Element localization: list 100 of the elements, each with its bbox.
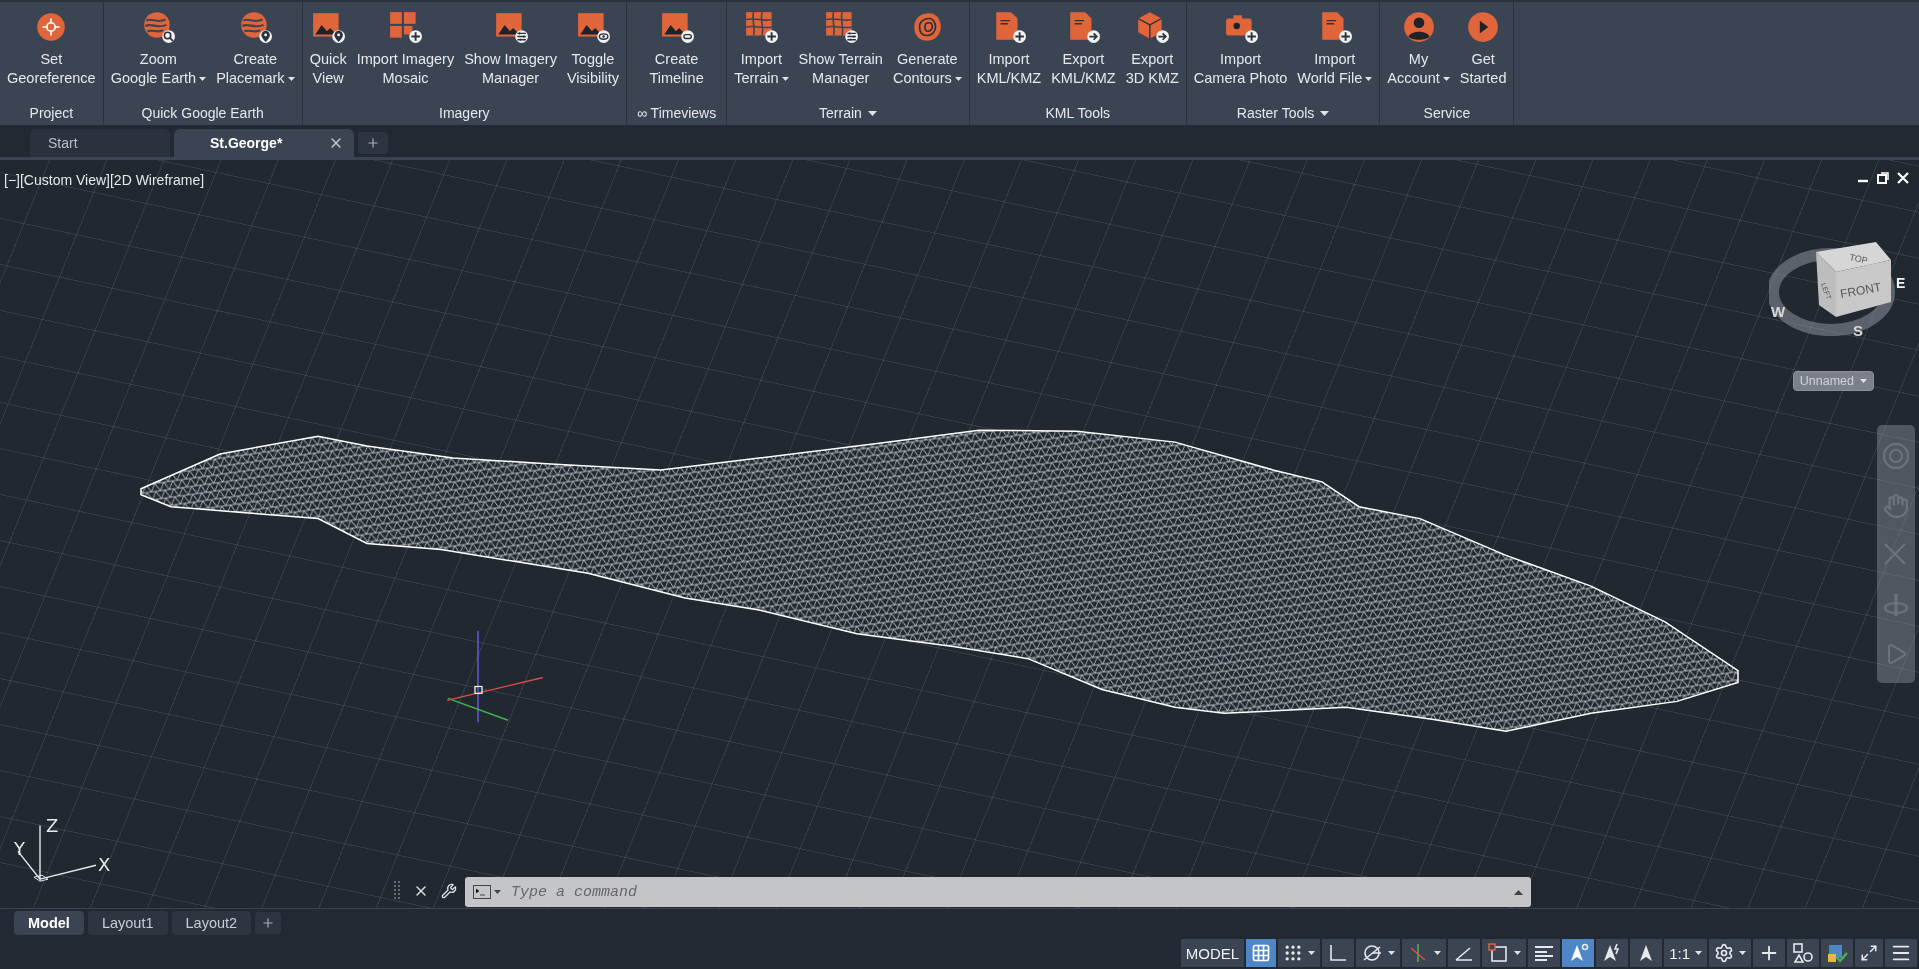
command-input-field[interactable]: Type a command bbox=[509, 882, 1506, 902]
status-bar-button[interactable] bbox=[1482, 939, 1527, 967]
caret-icon bbox=[1695, 951, 1702, 955]
caret-icon bbox=[954, 76, 962, 81]
panel-title: KML Tools bbox=[1045, 105, 1111, 121]
axis-label: X bbox=[98, 854, 111, 876]
caret-icon[interactable] bbox=[1320, 110, 1330, 116]
new-layout-button[interactable] bbox=[255, 912, 282, 934]
document-tab[interactable]: Start bbox=[30, 129, 170, 157]
caret-icon bbox=[1308, 951, 1316, 955]
plus-icon bbox=[261, 916, 276, 930]
panel-title: Project bbox=[29, 105, 74, 121]
caret-icon bbox=[781, 76, 789, 81]
caret-icon bbox=[1434, 951, 1442, 955]
ribbon-button[interactable]: Create Placemark bbox=[213, 8, 298, 90]
ribbon-button[interactable]: Set Georeference bbox=[4, 8, 99, 90]
status-bar-button[interactable] bbox=[1278, 939, 1321, 967]
status-bar-button[interactable] bbox=[1709, 939, 1751, 967]
new-tab-button[interactable] bbox=[358, 132, 388, 154]
image-icon bbox=[575, 10, 610, 44]
wrench-icon bbox=[441, 882, 457, 899]
ribbon-button[interactable]: My Account bbox=[1384, 8, 1453, 90]
status-bar-button[interactable] bbox=[1528, 939, 1561, 967]
ribbon-button[interactable]: Import Camera Photo bbox=[1190, 8, 1291, 90]
image-icon bbox=[311, 10, 346, 44]
selection-icon bbox=[1487, 942, 1510, 964]
axis-label: Z bbox=[46, 814, 59, 836]
status-bar-button[interactable] bbox=[1322, 939, 1355, 967]
settings-icon bbox=[1714, 943, 1734, 963]
ribbon-button[interactable]: Toggle Visibility bbox=[563, 8, 622, 90]
restore-icon[interactable] bbox=[1877, 172, 1889, 184]
panel-title[interactable]: Terrain bbox=[819, 105, 877, 121]
caret-icon bbox=[199, 76, 207, 81]
ribbon-button[interactable]: Generate Contours bbox=[889, 8, 965, 90]
status-bar-button[interactable] bbox=[1246, 939, 1277, 967]
status-bar-button[interactable] bbox=[1855, 939, 1883, 967]
status-bar-button[interactable]: MODEL bbox=[1180, 939, 1245, 967]
grid-icon bbox=[1251, 943, 1272, 963]
status-bar-button[interactable] bbox=[1448, 939, 1481, 967]
panel-title: Service bbox=[1423, 105, 1471, 121]
panel-title: Imagery bbox=[439, 105, 490, 121]
ribbon-button[interactable]: Show Terrain Manager bbox=[795, 8, 886, 90]
panel-title: ∞ Timeviews bbox=[637, 105, 717, 121]
ribbon-button[interactable]: Zoom Google Earth bbox=[107, 8, 210, 90]
hardware-acceleration-icon bbox=[1826, 942, 1848, 964]
caret-icon bbox=[1442, 76, 1450, 81]
ribbon-button[interactable]: Create Timeline bbox=[646, 8, 707, 90]
play-icon bbox=[1466, 10, 1501, 44]
ribbon-button[interactable]: Export 3D KMZ bbox=[1122, 8, 1182, 90]
status-bar-button[interactable] bbox=[1630, 939, 1663, 967]
document-tab[interactable]: St.George* bbox=[174, 129, 354, 157]
isolate-objects-icon bbox=[1792, 942, 1814, 964]
caret-icon[interactable] bbox=[867, 110, 877, 116]
status-bar-button[interactable]: 1:1 bbox=[1664, 939, 1707, 967]
caret-icon bbox=[1860, 379, 1867, 383]
cube-face-label: TOP bbox=[1848, 252, 1869, 266]
cube-icon bbox=[1135, 10, 1170, 44]
status-bar-button[interactable] bbox=[1562, 939, 1595, 967]
status-bar-button[interactable] bbox=[1596, 939, 1629, 967]
mesh-icon bbox=[823, 10, 858, 44]
view-label[interactable]: [−][Custom View][2D Wireframe] bbox=[4, 172, 205, 188]
tiles-icon bbox=[388, 10, 423, 44]
layout-tab[interactable]: Layout2 bbox=[171, 911, 252, 935]
caret-icon bbox=[1388, 951, 1396, 955]
caret-icon bbox=[287, 76, 295, 81]
command-prompt-icon[interactable] bbox=[473, 885, 501, 899]
compass-label: W bbox=[1771, 303, 1786, 320]
ribbon-button[interactable]: Show Imagery Manager bbox=[461, 8, 560, 90]
panel-title: Quick Google Earth bbox=[141, 105, 264, 121]
fullscreen-icon bbox=[1860, 944, 1878, 962]
axis-label: Y bbox=[14, 838, 25, 860]
caret-icon bbox=[1514, 951, 1522, 955]
image-icon bbox=[659, 10, 694, 44]
status-bar-button[interactable] bbox=[1787, 939, 1819, 967]
ribbon-button[interactable]: Export KML/KMZ bbox=[1048, 8, 1119, 90]
ribbon-button[interactable]: Get Started bbox=[1456, 8, 1510, 90]
cube-face-label: FRONT bbox=[1839, 280, 1883, 301]
close-icon[interactable] bbox=[1897, 172, 1909, 184]
plus-icon bbox=[366, 136, 380, 150]
globe-icon bbox=[238, 10, 273, 44]
globe-icon bbox=[141, 10, 176, 44]
grip-icon bbox=[394, 880, 400, 901]
history-caret-icon[interactable] bbox=[1514, 889, 1523, 895]
ribbon-button[interactable]: Import World File bbox=[1294, 8, 1376, 90]
layout-tab[interactable]: Model bbox=[14, 911, 84, 935]
compass-label: E bbox=[1896, 275, 1906, 291]
ribbon-button[interactable]: Import Imagery Mosaic bbox=[353, 8, 458, 90]
caret-icon bbox=[1365, 76, 1373, 81]
status-bar-button[interactable] bbox=[1356, 939, 1401, 967]
panel-title[interactable]: Raster Tools bbox=[1236, 105, 1330, 121]
ribbon-button[interactable]: Import Terrain bbox=[731, 8, 792, 90]
ribbon-button[interactable]: Import KML/KMZ bbox=[973, 8, 1045, 90]
status-bar-button[interactable] bbox=[1885, 939, 1917, 967]
compass-label: S bbox=[1853, 322, 1863, 339]
mesh-icon bbox=[744, 10, 779, 44]
polar-icon bbox=[1361, 942, 1384, 964]
status-bar-button[interactable] bbox=[1753, 939, 1785, 967]
layout-tab[interactable]: Layout1 bbox=[87, 911, 168, 935]
ribbon-button[interactable]: Quick View bbox=[306, 8, 350, 90]
image-icon bbox=[493, 10, 528, 44]
